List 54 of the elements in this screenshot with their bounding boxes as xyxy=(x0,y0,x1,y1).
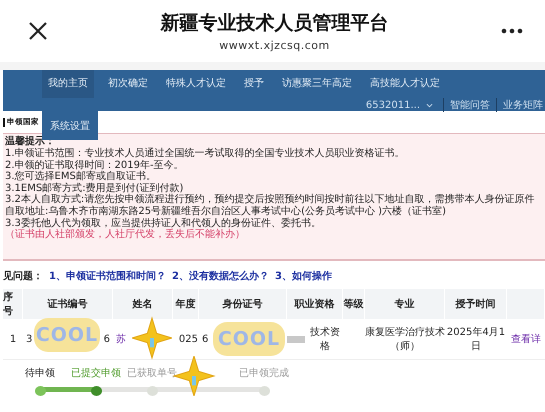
faq-link[interactable]: 1、申领证书范围和时间？ xyxy=(49,269,166,283)
column-header: 姓名 xyxy=(113,289,173,319)
nav-link[interactable]: 智能问答 xyxy=(443,98,490,112)
notice-text: 1.申领证书范围：专业技术人员通过全国统一考试取得的全国专业技术人员职业资格证书。 xyxy=(5,148,406,160)
step-label: 已获取单号 xyxy=(127,366,177,380)
table-cell: 6 xyxy=(202,334,208,344)
table-cell-text: 2025年4月1日 xyxy=(446,326,506,353)
table-cell: 3 xyxy=(26,334,32,344)
app-title: 新疆专业技术人员管理平台 xyxy=(160,11,388,36)
table-link[interactable]: 查看详 xyxy=(511,332,541,346)
column-header: 授予时间 xyxy=(445,289,507,319)
table-cell: 1 xyxy=(10,334,16,344)
warning-text: （证书由人社部颁发，人社厅代发，丢失后不能补办） xyxy=(5,229,246,241)
notice-text: 2.申领的证书取得时间：2019年-至今。 xyxy=(5,160,185,171)
cool-sticker: COOL xyxy=(34,318,100,352)
column-header: 序号 xyxy=(3,289,23,319)
column-header: 年度 xyxy=(173,289,199,319)
table-link[interactable]: 苏 xyxy=(116,332,126,346)
table-cell: 6 xyxy=(104,334,110,344)
notice-text: 自取地址:乌鲁木齐市南湖东路25号新疆维吾尔自治区人事考试中心(公务员考试中心 )六楼（证书室) xyxy=(5,206,447,218)
cool-sticker: COOL xyxy=(213,322,285,356)
nav-tab[interactable]: 特殊人才认定 xyxy=(162,70,230,98)
table-cell-text: 技术资格 xyxy=(309,326,341,353)
dropdown-item[interactable]: 系统设置 xyxy=(42,111,98,140)
more-icon[interactable] xyxy=(501,28,523,34)
nav-tab[interactable]: 访惠聚三年高定 xyxy=(278,70,356,98)
notice-text: 3.3委托他人代为领取，应当提供持证人和代领人的身份证件、委托书。 xyxy=(5,218,322,229)
table-cell-text: 康复医学治疗技术（师） xyxy=(365,326,445,353)
site-url: wwwxt.xjzcsq.com xyxy=(219,39,330,52)
notice-text: 3.2本人自取方式:请您先按申领流程进行预约，预约提交后按照预约时间按时前往以下地址自取，需携带本人身份证原件 xyxy=(5,194,536,206)
notice-text: 3.您可选择EMS邮寄或自取证书。 xyxy=(5,171,157,182)
nav-tab[interactable]: 我的主页 xyxy=(42,70,94,98)
blurred-text xyxy=(287,336,305,342)
faq-link[interactable]: 3、如何操作 xyxy=(274,269,332,283)
nav-tab[interactable]: 初次确定 xyxy=(104,70,152,98)
nav-tab[interactable]: 高技能人才认定 xyxy=(366,70,444,98)
nav-tab[interactable]: 授予 xyxy=(240,70,268,98)
column-header: 职业资格 xyxy=(287,289,343,319)
faq-link[interactable]: 2、没有数据怎么办？ xyxy=(172,269,269,283)
notice-text: 3.1EMS邮寄方式:费用是到付(证到付款) xyxy=(5,182,184,194)
step-label: 已申领完成 xyxy=(239,366,289,380)
user-menu[interactable]: 6532011... xyxy=(366,100,420,110)
table-cell: 025 xyxy=(178,334,198,344)
column-header: 身份证号 xyxy=(199,289,287,319)
close-icon[interactable] xyxy=(28,21,48,41)
caret-icon[interactable] xyxy=(426,102,433,108)
heading-marker xyxy=(3,118,5,126)
column-header: 专业 xyxy=(365,289,445,319)
column-header: 证书编号 xyxy=(23,289,113,319)
column-header: 等级 xyxy=(343,289,365,319)
step-label: 已提交申领 xyxy=(71,366,121,380)
faq-label: 见问题： xyxy=(3,270,43,283)
step-label: 待申领 xyxy=(25,366,55,380)
nav-link[interactable]: 业务矩阵 xyxy=(496,98,543,112)
